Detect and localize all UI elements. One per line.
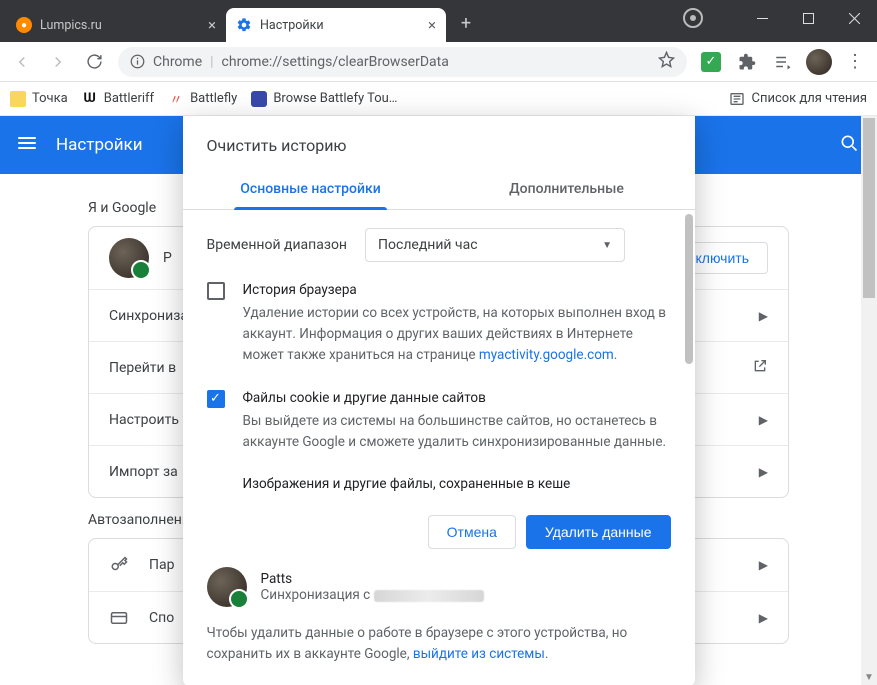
checkbox-label: Файлы cookie и другие данные сайтов xyxy=(243,388,669,409)
scrollbar-thumb[interactable] xyxy=(685,214,693,364)
tab-label: Настройки xyxy=(260,18,324,33)
bookmarks-bar: Точка Ѡ Battleriff 〃 Battlefly Browse Ba… xyxy=(0,82,877,116)
checkbox-description: Вы выйдете из системы на большинстве сай… xyxy=(243,411,669,453)
reading-list-button[interactable]: Список для чтения xyxy=(729,91,867,107)
reload-button[interactable] xyxy=(78,46,110,78)
checkbox[interactable] xyxy=(207,282,225,300)
browser-tab-inactive[interactable]: ● Lumpics.ru × xyxy=(6,8,226,42)
dialog-scrollbar[interactable] xyxy=(681,210,695,503)
checkbox-label: Изображения и другие файлы, сохраненные … xyxy=(243,474,571,495)
checkbox-item-cache: Изображения и другие файлы, сохраненные … xyxy=(207,474,679,497)
account-sync-label: Синхронизация с xyxy=(261,587,484,603)
back-button[interactable] xyxy=(6,46,38,78)
dialog-actions: Отмена Удалить данные xyxy=(183,503,695,567)
close-icon[interactable]: × xyxy=(208,16,216,34)
dialog-title: Очистить историю xyxy=(183,116,695,171)
time-range-select[interactable]: Последний час ▼ xyxy=(365,228,625,262)
bookmark-item[interactable]: 〃 Battlefly xyxy=(168,91,237,107)
bookmark-item[interactable]: Browse Battlefy Tou… xyxy=(251,91,397,107)
origin-label: Chrome xyxy=(153,54,202,70)
tab-label: Lumpics.ru xyxy=(40,18,102,33)
time-range-label: Временной диапазон xyxy=(207,237,348,253)
window-titlebar: ● Lumpics.ru × Настройки × + xyxy=(0,0,877,42)
bookmark-favicon xyxy=(251,91,267,107)
bookmark-item[interactable]: Точка xyxy=(10,91,68,107)
menu-button[interactable]: ⋮ xyxy=(839,46,871,78)
dialog-footnote: Чтобы удалить данные о работе в браузере… xyxy=(183,617,695,685)
dialog-body: Временной диапазон Последний час ▼ Истор… xyxy=(183,210,695,503)
dialog-tabs: Основные настройки Дополнительные xyxy=(183,171,695,210)
bookmark-star-icon[interactable] xyxy=(658,51,675,72)
checkbox-item-history: История браузера Удаление истории со все… xyxy=(207,280,679,366)
account-email-redacted xyxy=(374,590,484,602)
account-name: Patts xyxy=(261,571,484,587)
checkbox[interactable]: ✓ xyxy=(207,390,225,408)
address-bar[interactable]: Chrome | chrome://settings/clearBrowserD… xyxy=(118,47,687,77)
clear-data-dialog: Очистить историю Основные настройки Допо… xyxy=(183,116,695,685)
browser-tab-active[interactable]: Настройки × xyxy=(226,8,446,42)
tab-advanced[interactable]: Дополнительные xyxy=(439,171,695,209)
window-minimize-button[interactable] xyxy=(739,0,785,36)
forward-button[interactable] xyxy=(42,46,74,78)
bookmark-item[interactable]: Ѡ Battleriff xyxy=(82,91,154,107)
media-list-icon[interactable] xyxy=(767,46,799,78)
bookmark-favicon: 〃 xyxy=(168,91,184,107)
extensions-icon[interactable] xyxy=(731,46,763,78)
reading-list-icon xyxy=(729,91,745,107)
chevron-down-icon: ▼ xyxy=(602,240,612,251)
dialog-account-row: Patts Синхронизация с xyxy=(183,567,695,617)
window-close-button[interactable] xyxy=(831,0,877,36)
page-content: Настройки Я и Google P Включить Синхрони… xyxy=(0,116,877,685)
extension-adguard-icon[interactable]: ✓ xyxy=(695,46,727,78)
browser-toolbar: Chrome | chrome://settings/clearBrowserD… xyxy=(0,42,877,82)
clear-data-button[interactable]: Удалить данные xyxy=(526,515,671,549)
sign-out-link[interactable]: выйдите из системы xyxy=(413,646,545,662)
tab-basic[interactable]: Основные настройки xyxy=(183,171,439,209)
checkbox-item-cookies: ✓ Файлы cookie и другие данные сайтов Вы… xyxy=(207,388,679,453)
window-maximize-button[interactable] xyxy=(785,0,831,36)
media-control-icon[interactable] xyxy=(683,8,703,28)
favicon-settings xyxy=(236,17,252,33)
bookmark-favicon xyxy=(10,91,26,107)
site-info-icon[interactable] xyxy=(130,54,145,69)
url-text: chrome://settings/clearBrowserData xyxy=(222,54,449,70)
close-icon[interactable]: × xyxy=(428,16,436,34)
cancel-button[interactable]: Отмена xyxy=(428,515,516,549)
checkbox-description: Удаление истории со всех устройств, на к… xyxy=(243,303,669,366)
my-activity-link[interactable]: myactivity.google.com xyxy=(479,347,614,363)
favicon-lumpics: ● xyxy=(16,17,32,33)
profile-avatar-button[interactable] xyxy=(803,46,835,78)
new-tab-button[interactable]: + xyxy=(452,10,480,38)
bookmark-favicon: Ѡ xyxy=(82,91,98,107)
checkbox-label: История браузера xyxy=(243,280,669,301)
profile-avatar xyxy=(207,567,247,607)
